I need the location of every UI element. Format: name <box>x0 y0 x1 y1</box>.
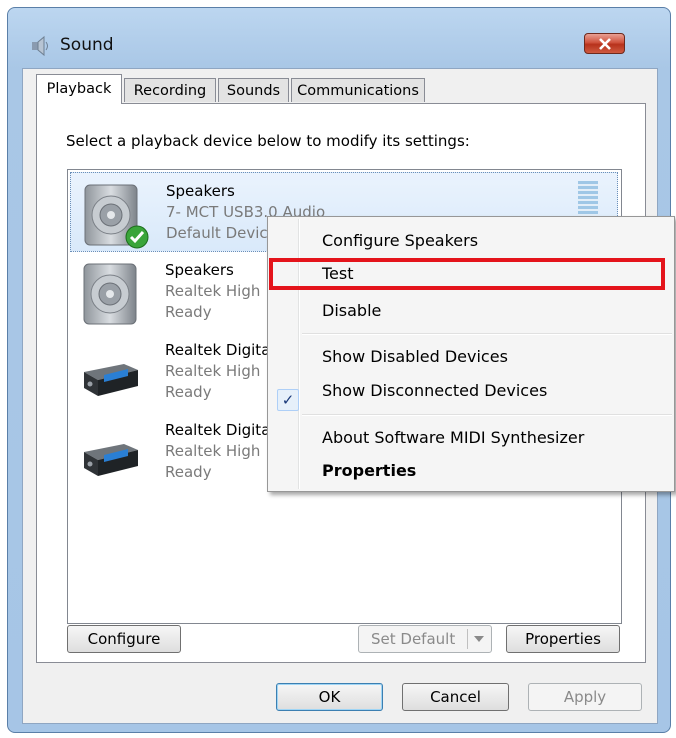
device-status: Ready <box>165 383 212 401</box>
device-description: Realtek High <box>165 442 261 460</box>
menu-separator <box>302 414 672 416</box>
menu-item-disable[interactable]: Disable <box>322 301 381 320</box>
menu-item-show-disabled[interactable]: Show Disabled Devices <box>322 347 508 366</box>
close-icon <box>599 38 611 50</box>
device-name: Speakers <box>165 261 234 279</box>
tab-communications[interactable]: Communications <box>291 78 425 102</box>
default-check-icon <box>125 225 149 249</box>
receiver-icon <box>84 444 138 476</box>
tab-playback[interactable]: Playback <box>36 74 122 104</box>
device-text: Speakers Realtek High Ready <box>165 260 260 323</box>
window-title: Sound <box>60 35 114 55</box>
device-description: Realtek High <box>165 282 261 300</box>
menu-item-show-disconnected[interactable]: Show Disconnected Devices <box>322 381 547 400</box>
menu-item-about-midi[interactable]: About Software MIDI Synthesizer <box>322 428 584 447</box>
menu-item-configure-speakers[interactable]: Configure Speakers <box>322 231 478 250</box>
device-name: Speakers <box>166 182 235 200</box>
device-text: Realtek Digita Realtek High Ready <box>165 420 270 483</box>
tab-sounds[interactable]: Sounds <box>218 78 289 102</box>
checkmark-icon: ✓ <box>277 389 299 411</box>
device-status: Ready <box>165 463 212 481</box>
apply-button[interactable]: Apply <box>528 683 642 711</box>
device-name: Realtek Digita <box>165 421 271 439</box>
split-divider <box>467 629 468 649</box>
tab-recording[interactable]: Recording <box>124 78 216 102</box>
set-default-button[interactable]: Set Default <box>358 625 492 653</box>
close-button[interactable] <box>584 33 625 54</box>
configure-button[interactable]: Configure <box>67 625 181 653</box>
set-default-label: Set Default <box>371 630 456 648</box>
device-status: Ready <box>165 303 212 321</box>
title-bar[interactable]: Sound <box>8 8 670 70</box>
cancel-button[interactable]: Cancel <box>402 683 509 711</box>
device-text: Realtek Digita Realtek High Ready <box>165 340 270 403</box>
speaker-icon <box>83 263 137 325</box>
ok-button[interactable]: OK <box>276 683 383 711</box>
instructions-text: Select a playback device below to modify… <box>66 132 470 150</box>
test-highlight-box <box>269 258 665 290</box>
chevron-down-icon[interactable] <box>473 635 485 643</box>
receiver-icon <box>84 364 138 396</box>
device-name: Realtek Digita <box>165 341 271 359</box>
menu-item-properties[interactable]: Properties <box>322 461 416 480</box>
menu-separator <box>302 333 672 335</box>
device-description: Realtek High <box>165 362 261 380</box>
speaker-icon <box>32 35 48 57</box>
properties-button[interactable]: Properties <box>506 625 620 653</box>
